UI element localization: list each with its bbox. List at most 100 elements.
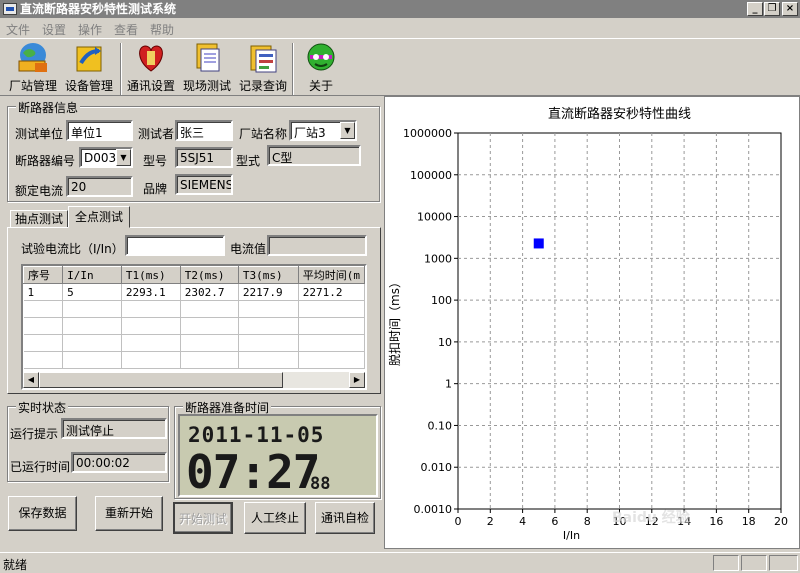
horizontal-scrollbar[interactable]: ◀ ▶ <box>23 372 365 388</box>
y-tick-label: 0.0010 <box>414 503 453 516</box>
menu-settings[interactable]: 设置 <box>42 21 66 38</box>
current-value-field <box>267 235 367 256</box>
title-bar: 直流断路器安秒特性测试系统 _ ❐ × <box>0 0 800 18</box>
x-tick-label: 2 <box>487 515 494 528</box>
table-row[interactable] <box>23 351 365 369</box>
station-manage-button[interactable]: 厂站管理 <box>6 41 60 94</box>
rated-current-label: 额定电流 <box>15 184 64 198</box>
x-tick-label: 18 <box>742 515 756 528</box>
toolbar-separator <box>120 43 122 95</box>
restore-button[interactable]: ❐ <box>764 2 780 16</box>
breaker-id-label: 断路器编号 <box>15 154 76 168</box>
y-tick-label: 0.10 <box>428 419 453 432</box>
run-hint-field: 测试停止 <box>61 418 167 439</box>
table-row[interactable] <box>23 317 365 335</box>
chart-title: 直流断路器安秒特性曲线 <box>548 106 691 122</box>
field-test-button[interactable]: 现场测试 <box>180 41 234 94</box>
manual-stop-button[interactable]: 人工终止 <box>244 502 306 534</box>
chart-panel: 直流断路器安秒特性曲线 0 2 4 6 8 10 12 14 16 18 20 1000000 10000… <box>384 96 800 549</box>
minimize-button[interactable]: _ <box>747 2 763 16</box>
y-tick-label: 10000 <box>417 211 452 224</box>
ratio-field[interactable] <box>125 235 225 256</box>
current-value-label: 电流值 <box>230 242 267 256</box>
about-button[interactable]: 关于 <box>296 41 346 94</box>
save-data-button[interactable]: 保存数据 <box>8 496 77 531</box>
x-tick-label: 4 <box>519 515 526 528</box>
station-select[interactable]: 厂站3 ▼ <box>289 120 357 141</box>
unit-field[interactable]: 单位1 <box>66 120 133 141</box>
rated-current-field: 20 <box>66 176 133 197</box>
y-tick-label: 1000 <box>424 252 452 265</box>
close-button[interactable]: × <box>782 2 798 16</box>
y-tick-label: 1 <box>445 378 452 391</box>
realtime-status-title: 实时状态 <box>16 399 69 416</box>
about-icon <box>303 41 339 75</box>
brand-field: SIEMENS <box>175 174 233 195</box>
station-label: 厂站名称 <box>239 127 288 141</box>
status-text: 就绪 <box>3 558 28 572</box>
prep-seconds: 88 <box>310 474 331 494</box>
model-label: 型号 <box>143 154 168 168</box>
status-pane <box>769 555 798 571</box>
start-test-button[interactable]: 开始测试 <box>173 502 233 534</box>
tab-full-test[interactable]: 全点测试 <box>68 206 130 228</box>
station-icon <box>15 41 51 75</box>
y-axis-label: 脱扣时间（ms） <box>387 276 402 366</box>
results-table[interactable]: 序号 I/In T1(ms) T2(ms) T3(ms) 平均时间(m 1 5 … <box>21 264 367 390</box>
records-icon <box>245 41 281 75</box>
y-tick-label: 10 <box>438 336 452 349</box>
status-pane <box>741 555 767 571</box>
table-row[interactable] <box>23 300 365 318</box>
x-tick-label: 16 <box>709 515 723 528</box>
model-field: 5SJ51 <box>175 147 233 168</box>
run-hint-label: 运行提示 <box>10 427 59 441</box>
col-header[interactable]: 平均时间(m <box>297 266 365 284</box>
data-point <box>533 238 544 249</box>
watermark: Baidu 经验 <box>612 510 690 526</box>
y-tick-label: 0.010 <box>421 461 453 474</box>
table-row[interactable] <box>23 334 365 352</box>
toolbar: 厂站管理 设备管理 通讯设置 现场测试 记录查询 关于 <box>0 38 800 96</box>
breaker-info-title: 断路器信息 <box>16 99 81 116</box>
scroll-thumb[interactable] <box>39 372 283 388</box>
status-bar: 就绪 <box>0 552 800 572</box>
breaker-id-select[interactable]: D003 ▼ <box>79 147 133 168</box>
comm-settings-button[interactable]: 通讯设置 <box>124 41 178 94</box>
test-icon <box>189 41 225 75</box>
elapsed-field: 00:00:02 <box>71 452 167 473</box>
col-header[interactable]: I/In <box>62 266 122 284</box>
x-tick-label: 0 <box>455 515 462 528</box>
col-header[interactable]: T2(ms) <box>179 266 239 284</box>
toolbar-separator <box>292 43 294 95</box>
menu-file[interactable]: 文件 <box>6 21 30 38</box>
scroll-right-icon[interactable]: ▶ <box>349 372 365 388</box>
app-icon <box>3 3 17 15</box>
chevron-down-icon[interactable]: ▼ <box>116 149 131 166</box>
y-tick-label: 100000 <box>410 169 452 182</box>
col-header[interactable]: T1(ms) <box>120 266 181 284</box>
menu-view[interactable]: 查看 <box>114 21 138 38</box>
x-tick-label: 8 <box>584 515 591 528</box>
y-tick-label: 100 <box>431 294 452 307</box>
restart-button[interactable]: 重新开始 <box>95 496 163 531</box>
tab-sample-test[interactable]: 抽点测试 <box>10 210 68 228</box>
comm-selfcheck-button[interactable]: 通讯自检 <box>315 502 375 534</box>
device-manage-button[interactable]: 设备管理 <box>62 41 116 94</box>
comm-icon <box>133 41 169 75</box>
y-tick-label: 1000000 <box>403 127 452 140</box>
menu-help[interactable]: 帮助 <box>150 21 174 38</box>
scroll-left-icon[interactable]: ◀ <box>23 372 39 388</box>
menu-operate[interactable]: 操作 <box>78 21 102 38</box>
col-header[interactable]: 序号 <box>23 266 64 284</box>
chevron-down-icon[interactable]: ▼ <box>340 122 355 139</box>
table-row[interactable]: 1 5 2293.1 2302.7 2217.9 2271.2 <box>23 283 365 301</box>
tester-field[interactable]: 张三 <box>175 120 233 141</box>
window-title: 直流断路器安秒特性测试系统 <box>20 2 177 16</box>
menu-bar: 文件 设置 操作 查看 帮助 <box>0 18 800 38</box>
x-axis-label: I/In <box>563 529 580 542</box>
col-header[interactable]: T3(ms) <box>237 266 299 284</box>
type-label: 型式 <box>236 154 261 168</box>
unit-label: 测试单位 <box>15 127 64 141</box>
x-tick-label: 20 <box>774 515 788 528</box>
records-query-button[interactable]: 记录查询 <box>236 41 290 94</box>
